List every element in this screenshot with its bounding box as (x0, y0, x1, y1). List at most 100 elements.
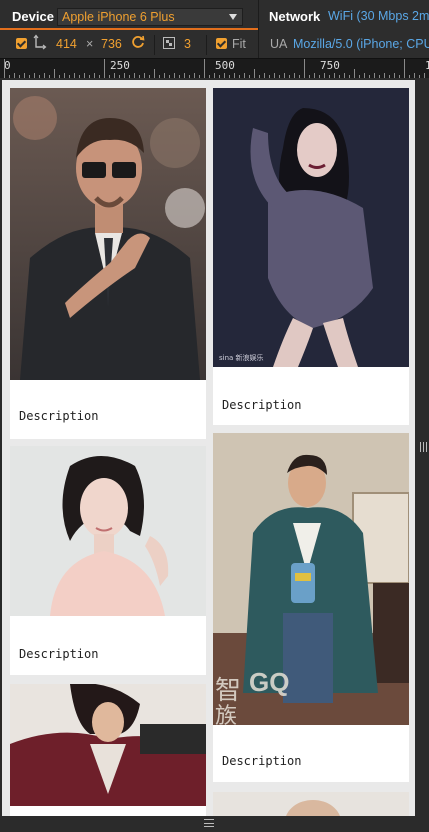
ruler-tick (324, 73, 325, 78)
ruler-tick (19, 75, 20, 78)
device-label: Device (12, 9, 54, 24)
ua-label: UA (270, 37, 288, 51)
ruler-tick (144, 73, 145, 78)
ruler-tick (54, 69, 55, 78)
card[interactable] (10, 684, 206, 816)
network-label: Network (269, 9, 321, 24)
chevron-down-icon (229, 14, 237, 20)
card[interactable] (213, 792, 409, 816)
ruler-label: 250 (110, 59, 130, 72)
ruler-tick (409, 75, 410, 78)
times-sign: × (86, 37, 94, 51)
card-photo (10, 446, 206, 616)
ruler-tick (94, 73, 95, 78)
ruler-tick (349, 75, 350, 78)
svg-text:智: 智 (215, 676, 241, 706)
ruler-tick (254, 69, 255, 78)
ruler-tick (304, 59, 305, 78)
ruler-tick (149, 75, 150, 78)
ruler-tick (229, 75, 230, 78)
ruler-tick (179, 75, 180, 78)
card-photo: 智 GQ 族 (213, 433, 409, 725)
card-description: Description (222, 398, 302, 412)
ruler-tick (194, 73, 195, 78)
card[interactable]: sina 新浪娱乐 Description (213, 88, 409, 425)
emulation-toolbar: Device Apple iPhone 6 Plus Network WiFi … (0, 0, 429, 60)
ruler-tick (104, 59, 105, 78)
card[interactable]: Description (10, 446, 206, 675)
ruler-tick (209, 75, 210, 78)
ruler-tick (244, 73, 245, 78)
resize-grip-icon[interactable] (204, 819, 214, 827)
ruler-tick (419, 75, 420, 78)
ruler-tick (424, 73, 425, 78)
ruler-tick (129, 75, 130, 78)
svg-text:GQ: GQ (249, 667, 289, 697)
ruler-tick (294, 73, 295, 78)
ruler-tick (199, 75, 200, 78)
ruler-tick (259, 75, 260, 78)
card-description: Description (222, 754, 302, 768)
scale-input[interactable]: 3 (184, 37, 191, 51)
ruler-tick (124, 73, 125, 78)
card[interactable]: Description (10, 88, 206, 439)
ruler-tick (359, 75, 360, 78)
ruler-tick (299, 75, 300, 78)
ruler-tick (249, 75, 250, 78)
ruler-tick (284, 73, 285, 78)
toolbar-divider (258, 0, 259, 60)
height-input[interactable]: 736 (101, 37, 122, 51)
card[interactable]: 智 GQ 族 Description (213, 433, 409, 782)
ruler-tick (34, 73, 35, 78)
ruler-tick (169, 75, 170, 78)
ruler-tick (14, 73, 15, 78)
ruler-tick (264, 73, 265, 78)
ruler-tick (214, 73, 215, 78)
ruler-tick (414, 73, 415, 78)
ruler-tick (334, 73, 335, 78)
card-photo (213, 792, 409, 816)
swap-dimensions-icon[interactable] (33, 34, 47, 50)
ruler-tick (4, 59, 5, 78)
svg-text:族: 族 (215, 704, 237, 725)
ruler-tick (404, 59, 405, 78)
ruler-label: 500 (215, 59, 235, 72)
ruler-tick (189, 75, 190, 78)
card-photo: sina 新浪娱乐 (213, 88, 409, 367)
ruler-tick (119, 75, 120, 78)
ruler-tick (224, 73, 225, 78)
ua-input[interactable]: Mozilla/5.0 (iPhone; CPU i (293, 37, 429, 51)
ruler-tick (134, 73, 135, 78)
width-input[interactable]: 414 (56, 37, 77, 51)
active-tab-underline (0, 28, 258, 30)
ruler-label: 1000 (425, 59, 429, 72)
ruler-tick (29, 75, 30, 78)
ruler-tick (374, 73, 375, 78)
ruler-tick (164, 73, 165, 78)
fit-checkbox[interactable] (216, 38, 227, 49)
ruler-tick (84, 73, 85, 78)
viewport-resize-handle-bottom[interactable] (0, 816, 429, 832)
ruler-tick (154, 69, 155, 78)
ruler-tick (99, 75, 100, 78)
card-description: Description (19, 409, 99, 423)
horizontal-ruler: 0 250 500 750 1000 (0, 58, 429, 78)
ruler-tick (174, 73, 175, 78)
resize-grip-icon[interactable] (420, 442, 427, 452)
network-select[interactable]: WiFi (30 Mbps 2ms (328, 9, 429, 23)
ruler-tick (274, 73, 275, 78)
ruler-tick (239, 75, 240, 78)
fit-label: Fit (232, 37, 246, 51)
ruler-label: 750 (320, 59, 340, 72)
card-photo (10, 684, 206, 806)
resolution-checkbox[interactable] (16, 38, 27, 49)
rotate-icon[interactable] (131, 35, 145, 49)
device-select[interactable]: Apple iPhone 6 Plus (57, 8, 243, 26)
ruler-tick (9, 75, 10, 78)
ruler-tick (109, 75, 110, 78)
ruler-tick (314, 73, 315, 78)
ruler-tick (69, 75, 70, 78)
ruler-tick (74, 73, 75, 78)
emulated-viewport[interactable]: Description sina 新浪娱乐 Description Descri… (2, 80, 415, 816)
ruler-tick (79, 75, 80, 78)
